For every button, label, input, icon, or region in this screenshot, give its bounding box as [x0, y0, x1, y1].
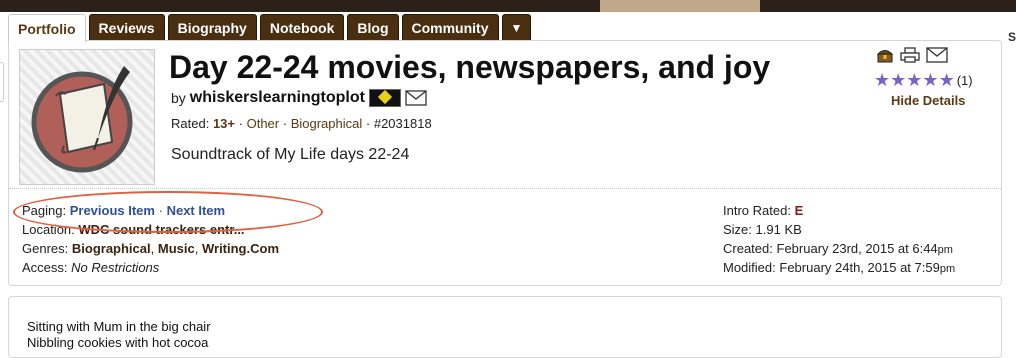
genre-link-music[interactable]: Music [158, 241, 195, 256]
access-value: No Restrictions [71, 260, 160, 275]
tab-blog[interactable]: Blog [347, 14, 399, 40]
access-row: Access: No Restrictions [22, 258, 159, 277]
item-header-panel: Day 22-24 movies, newspapers, and joy by… [8, 40, 1002, 286]
separator: , [150, 241, 155, 256]
rated-label: Rated: [171, 116, 210, 131]
modified-row: Modified: February 24th, 2015 at 7:59pm [723, 258, 955, 279]
star-icon: ★ [922, 70, 939, 90]
printer-icon[interactable] [900, 47, 920, 63]
item-body-text: Sitting with Mum in the big chair Nibbli… [27, 319, 211, 351]
created-row: Created: February 23rd, 2015 at 6:44pm [723, 239, 953, 260]
envelope-icon[interactable] [926, 47, 948, 63]
tab-biography[interactable]: Biography [167, 14, 257, 40]
size-label: Size: [723, 222, 752, 237]
envelope-icon[interactable] [405, 90, 427, 106]
tab-notebook[interactable]: Notebook [259, 14, 345, 40]
highlight-annotation-oval [13, 191, 323, 233]
modified-ampm: pm [939, 263, 956, 275]
genres-label: Genres: [22, 241, 69, 256]
tab-more-dropdown[interactable]: ▼ [501, 14, 532, 40]
size-value: 1.91 KB [755, 222, 802, 237]
header-banner [0, 0, 1016, 12]
item-title: Day 22-24 movies, newspapers, and joy [169, 49, 771, 85]
member-badge-icon[interactable] [368, 89, 401, 107]
item-id: #2031818 [373, 116, 432, 131]
hide-details-link[interactable]: Hide Details [891, 93, 965, 108]
genre-link-writingcom[interactable]: Writing.Com [202, 241, 279, 256]
genres-row: Genres: Biographical, Music, Writing.Com [22, 239, 279, 258]
tab-community[interactable]: Community [401, 14, 499, 40]
star-icon: ★ [938, 70, 955, 90]
star-icon: ★ [906, 70, 923, 90]
item-actions [876, 47, 948, 63]
item-thumbnail [19, 49, 155, 185]
tab-reviews[interactable]: Reviews [88, 14, 165, 40]
byline: by whiskerslearningtoplot [171, 89, 427, 107]
review-stars[interactable]: ★ ★ ★ ★ ★ (1) [874, 71, 973, 89]
left-sidebar-fragment [0, 62, 4, 102]
item-tagline: Soundtrack of My Life days 22-24 [171, 146, 410, 163]
access-label: Access: [22, 260, 68, 275]
separator: · [365, 116, 371, 131]
tab-portfolio[interactable]: Portfolio [8, 14, 86, 42]
separator: · [282, 116, 288, 131]
quill-and-scroll-icon [31, 66, 133, 173]
created-ampm: pm [937, 244, 953, 256]
genre-link-biographical[interactable]: Biographical [291, 116, 363, 131]
created-value: February 23rd, 2015 at 6:44 [776, 241, 938, 256]
review-count[interactable]: (1) [957, 73, 973, 88]
genre-link-biographical[interactable]: Biographical [72, 241, 151, 256]
modified-value: February 24th, 2015 at 7:59 [779, 260, 940, 275]
created-label: Created: [723, 241, 773, 256]
text-line: Nibbling cookies with hot cocoa [27, 335, 209, 350]
size-row: Size: 1.91 KB [723, 220, 802, 239]
intro-rating[interactable]: E [795, 203, 804, 218]
modified-label: Modified: [723, 260, 776, 275]
item-content-panel: Sitting with Mum in the big chair Nibbli… [8, 296, 1002, 358]
author-link[interactable]: whiskerslearningtoplot [190, 89, 365, 107]
right-sidebar-fragment: S [1008, 30, 1016, 44]
star-icon: ★ [874, 70, 891, 90]
text-line: Sitting with Mum in the big chair [27, 319, 211, 334]
separator: · [238, 116, 243, 131]
intro-rated-row: Intro Rated: E [723, 201, 803, 220]
portfolio-tabs: Portfolio Reviews Biography Notebook Blo… [8, 14, 532, 42]
content-rating[interactable]: 13+ [213, 116, 235, 131]
by-label: by [171, 90, 186, 106]
genre-link-other[interactable]: Other [247, 116, 280, 131]
intro-rated-label: Intro Rated: [723, 203, 791, 218]
section-divider [9, 188, 1001, 189]
treasure-chest-icon[interactable] [876, 47, 894, 63]
rating-line: Rated: 13+ · Other · Biographical · #203… [171, 116, 432, 131]
separator: , [194, 241, 199, 256]
star-icon: ★ [890, 70, 907, 90]
